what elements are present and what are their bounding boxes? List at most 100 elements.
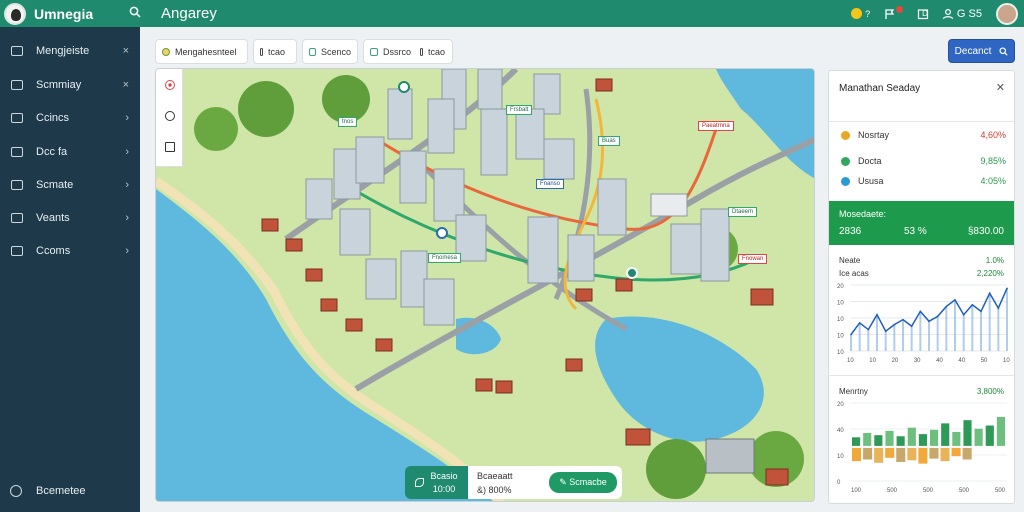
y-tick-label: 10	[837, 454, 844, 460]
data-point	[919, 310, 922, 313]
x-tick-label: 40	[958, 358, 965, 364]
flag-icon[interactable]	[884, 6, 904, 20]
action-button[interactable]: ✎ Scmacbe	[549, 472, 617, 493]
filter-chip-1[interactable]: tcao	[253, 39, 297, 64]
divider	[829, 121, 1014, 122]
avatar[interactable]	[996, 2, 1018, 25]
summary-row: Nosrtay 4,60%	[841, 130, 1006, 140]
chart1-subtitle: Ice acas	[839, 269, 869, 278]
primary-button-label: Decanct	[954, 45, 992, 57]
sidebar-footer-label: Bcemetee	[36, 485, 86, 497]
bar-series-1	[952, 431, 961, 446]
stat-label: Bcaeaatt	[477, 470, 513, 481]
filter-label: Scenco	[320, 46, 351, 57]
app-title: Umnegia	[34, 5, 94, 22]
data-point	[936, 315, 939, 318]
stat-value: &) 800%	[477, 484, 512, 495]
sidebar-item-label: Ccincs	[36, 112, 70, 124]
primary-button[interactable]: Decanct	[948, 39, 1015, 63]
sidebar-item-0[interactable]: Mengjeiste ×	[0, 36, 140, 66]
x-tick-label: 500	[887, 488, 898, 494]
chart2-title: Menrtny	[839, 387, 868, 396]
sidebar-footer[interactable]: Bcemetee	[0, 478, 140, 504]
x-tick-label: 10	[869, 358, 876, 364]
chevron-right-icon[interactable]: ›	[125, 212, 129, 224]
search-icon	[999, 46, 1009, 56]
filter-chip-3[interactable]: Dssrco tcao	[363, 39, 453, 64]
search-icon[interactable]	[129, 6, 159, 21]
x-tick-label: 30	[914, 358, 921, 364]
divider	[829, 375, 1014, 376]
app-logo[interactable]	[4, 2, 26, 25]
chevron-right-icon[interactable]: ›	[125, 245, 129, 257]
bottom-stat-primary[interactable]: Bcasio 10:00	[405, 466, 468, 499]
map-label[interactable]: Fnowan	[738, 254, 768, 264]
sidebar-item-label: Dcc fa	[36, 146, 68, 158]
bar-series-2	[940, 447, 950, 462]
map-pin-icon[interactable]	[436, 227, 448, 239]
map-label[interactable]: Paeatrnna	[698, 121, 734, 131]
status-dot	[841, 156, 850, 166]
summary-row: Docta 9,85%	[841, 156, 1006, 166]
y-tick-label: 20	[837, 402, 844, 408]
close-icon[interactable]: ✕	[996, 81, 1005, 94]
x-tick-label: 500	[923, 488, 934, 494]
sidebar-item-3[interactable]: Dcc fa ›	[0, 137, 140, 167]
chevron-right-icon[interactable]: ›	[125, 112, 129, 124]
sidebar-item-5[interactable]: Veants ›	[0, 203, 140, 233]
filter-label: tcao	[268, 46, 286, 57]
sidebar-item-6[interactable]: Ccoms ›	[0, 236, 140, 266]
map-pin-icon[interactable]	[626, 267, 638, 279]
data-point	[971, 304, 974, 306]
calendar-icon[interactable]: D	[917, 8, 929, 20]
map-label[interactable]: Fnomesa	[428, 253, 462, 263]
map-label[interactable]: tnos	[338, 117, 358, 127]
x-tick-label: 20	[892, 358, 899, 364]
square-icon	[370, 47, 378, 56]
status-dot	[841, 130, 850, 140]
bar-series-2	[907, 447, 917, 461]
sidebar-item-1[interactable]: Scmmiay ×	[0, 70, 140, 100]
map-pin-icon[interactable]	[398, 81, 410, 93]
bar-series-2	[885, 447, 895, 458]
chevron-right-icon[interactable]: ›	[125, 179, 129, 191]
data-point	[893, 323, 896, 326]
bar-series-2	[929, 447, 939, 459]
data-point	[876, 313, 878, 316]
highlight-value: 53 %	[904, 226, 927, 237]
map-canvas[interactable]	[156, 69, 815, 502]
coin-icon[interactable]: ?	[851, 8, 870, 19]
user-icon[interactable]: G S5	[942, 8, 982, 20]
layers-icon[interactable]	[156, 131, 183, 162]
summary-panel: Manathan Seaday ✕ Nosrtay 4,60% Docta 9,…	[828, 70, 1015, 504]
data-point	[928, 320, 930, 323]
close-icon[interactable]: ×	[123, 79, 129, 91]
logo-icon	[162, 47, 170, 56]
sidebar-item-4[interactable]: Scmate ›	[0, 170, 140, 200]
close-icon[interactable]: ×	[123, 45, 129, 57]
chevron-right-icon[interactable]: ›	[125, 146, 129, 158]
file-icon	[11, 113, 23, 123]
chart2-value: 3,800%	[976, 387, 1004, 396]
filter-chip-0[interactable]: Mengahesnteel	[155, 39, 248, 64]
chart1-title: Neate	[839, 256, 861, 265]
folder-icon	[11, 147, 23, 157]
compass-icon[interactable]	[156, 100, 183, 131]
bar-series-1	[863, 433, 872, 446]
sidebar-item-2[interactable]: Ccincs ›	[0, 103, 140, 133]
pin-icon[interactable]	[156, 69, 183, 100]
map-label[interactable]: Dtaeem	[728, 207, 758, 217]
map-label[interactable]: Fnanso	[536, 179, 565, 189]
filter-chip-2[interactable]: Scenco	[302, 39, 358, 64]
city-map[interactable]: tnos Frsbalt Buas Paeatrnna Fnanso Dtaee…	[155, 68, 815, 502]
filter-label: tcao	[428, 46, 446, 57]
data-point	[858, 322, 861, 324]
row-value: 4:05%	[980, 176, 1006, 186]
map-label[interactable]: Buas	[598, 136, 620, 146]
highlight-value: 2836	[839, 226, 862, 237]
x-tick-label: 500	[959, 488, 970, 494]
bar-series-2	[896, 447, 906, 462]
map-label[interactable]: Frsbalt	[506, 105, 533, 115]
home-icon	[11, 80, 23, 90]
y-tick-label: 10	[837, 350, 844, 356]
